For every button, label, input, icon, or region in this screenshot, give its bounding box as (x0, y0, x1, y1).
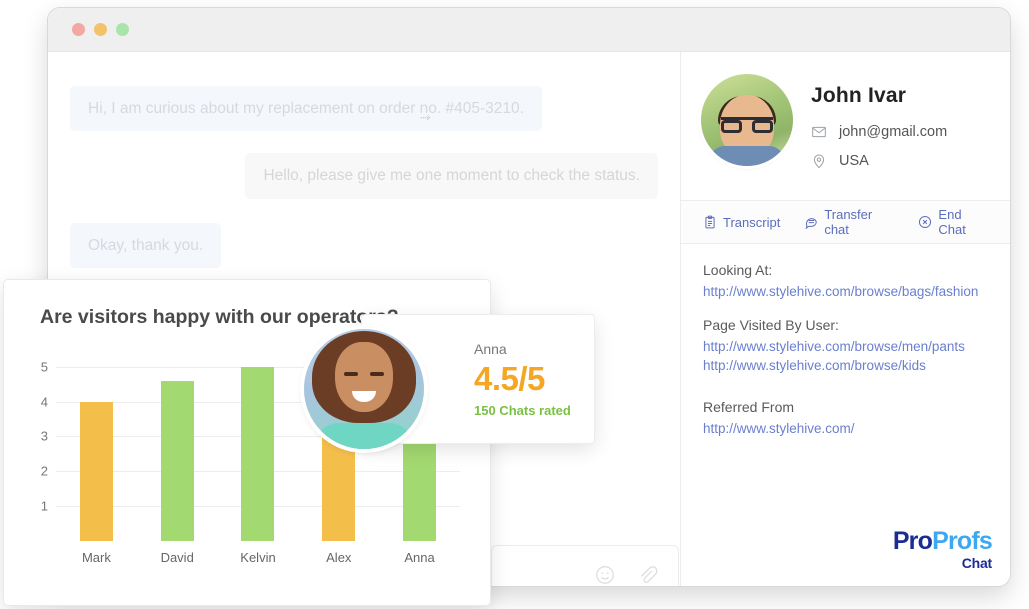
end-chat-button[interactable]: End Chat (918, 207, 988, 237)
chat-actions-toolbar: Transcript Transfer chat (681, 200, 1010, 244)
transfer-chat-button[interactable]: Transfer chat (804, 207, 894, 237)
chart-y-tick-label: 1 (28, 499, 48, 514)
referred-from-label: Referred From (703, 399, 988, 415)
chart-bar[interactable] (241, 367, 274, 541)
visited-url[interactable]: http://www.stylehive.com/browse/men/pant… (703, 339, 988, 354)
chat-bubble-visitor: Okay, thank you. (70, 223, 221, 268)
clipboard-icon (703, 215, 717, 229)
chart-x-tick-label: Mark (56, 550, 137, 565)
visitor-name: John Ivar (811, 84, 947, 108)
operator-rating-popup: Anna 4.5/5 150 Chats rated (362, 315, 594, 443)
logo-pro: Pro (893, 527, 932, 555)
visitor-info-panel: John Ivar john@gmail.com (680, 52, 1010, 586)
cursor-caret-icon: ⤑ (420, 110, 432, 122)
paperclip-icon[interactable] (636, 564, 658, 586)
visitor-header: John Ivar john@gmail.com (681, 52, 1010, 200)
chart-y-tick-label: 5 (28, 359, 48, 374)
message-composer[interactable] (491, 545, 679, 586)
visitor-details: John Ivar john@gmail.com (811, 74, 947, 182)
chart-y-tick-label: 2 (28, 464, 48, 479)
chart-x-tick-label: Alex (298, 550, 379, 565)
message-row-agent-1: Hello, please give me one moment to chec… (70, 153, 658, 198)
proprofs-chat-logo: ProProfs Chat (893, 529, 992, 570)
chart-y-tick-label: 4 (28, 394, 48, 409)
chart-bar[interactable] (161, 381, 194, 541)
maximize-window-button[interactable] (116, 23, 129, 36)
looking-at-url[interactable]: http://www.stylehive.com/browse/bags/fas… (703, 284, 988, 299)
visitor-location-row: USA (811, 153, 947, 169)
chat-bubble-agent: Hello, please give me one moment to chec… (245, 153, 658, 198)
window-titlebar (48, 8, 1010, 52)
smiley-icon[interactable] (594, 564, 616, 586)
message-list: Hi, I am curious about my replacement on… (48, 52, 680, 268)
circle-x-icon (918, 215, 932, 229)
chart-bar[interactable] (80, 402, 113, 541)
operator-avatar (304, 329, 424, 449)
speech-bubble-icon (804, 215, 818, 229)
logo-profs: Profs (932, 527, 992, 555)
message-row-visitor-1: Hi, I am curious about my replacement on… (70, 86, 658, 131)
operator-rating-score: 4.5/5 (474, 360, 594, 398)
page-visited-label: Page Visited By User: (703, 317, 988, 333)
message-row-visitor-2: Okay, thank you. (70, 223, 658, 268)
chart-bar-cell (137, 351, 218, 541)
envelope-icon (811, 124, 827, 140)
chart-x-tick-label: Anna (379, 550, 460, 565)
chart-x-axis-labels: MarkDavidKelvinAlexAnna (56, 550, 460, 565)
end-chat-label: End Chat (938, 207, 988, 237)
close-window-button[interactable] (72, 23, 85, 36)
screenshot-root: ⤑ Hi, I am curious about my replacement … (0, 0, 1029, 609)
chart-x-tick-label: Kelvin (218, 550, 299, 565)
minimize-window-button[interactable] (94, 23, 107, 36)
logo-product: Chat (893, 556, 992, 570)
chart-bar-cell (218, 351, 299, 541)
chat-bubble-visitor: Hi, I am curious about my replacement on… (70, 86, 542, 131)
visitor-avatar (701, 74, 793, 166)
operator-chats-rated: 150 Chats rated (474, 403, 594, 418)
looking-at-label: Looking At: (703, 262, 988, 278)
visited-url[interactable]: http://www.stylehive.com/browse/kids (703, 358, 988, 373)
transcript-button[interactable]: Transcript (703, 215, 780, 230)
visitor-email: john@gmail.com (839, 124, 947, 140)
operator-name: Anna (474, 341, 594, 357)
referred-from-url[interactable]: http://www.stylehive.com/ (703, 421, 988, 436)
transfer-chat-label: Transfer chat (824, 207, 894, 237)
transcript-label: Transcript (723, 215, 780, 230)
page-info-section: Looking At: http://www.stylehive.com/bro… (681, 244, 1010, 436)
visitor-location: USA (839, 153, 869, 169)
chart-y-tick-label: 3 (28, 429, 48, 444)
chart-x-tick-label: David (137, 550, 218, 565)
chart-bar-cell (56, 351, 137, 541)
map-pin-icon (811, 153, 827, 169)
visitor-email-row: john@gmail.com (811, 124, 947, 140)
